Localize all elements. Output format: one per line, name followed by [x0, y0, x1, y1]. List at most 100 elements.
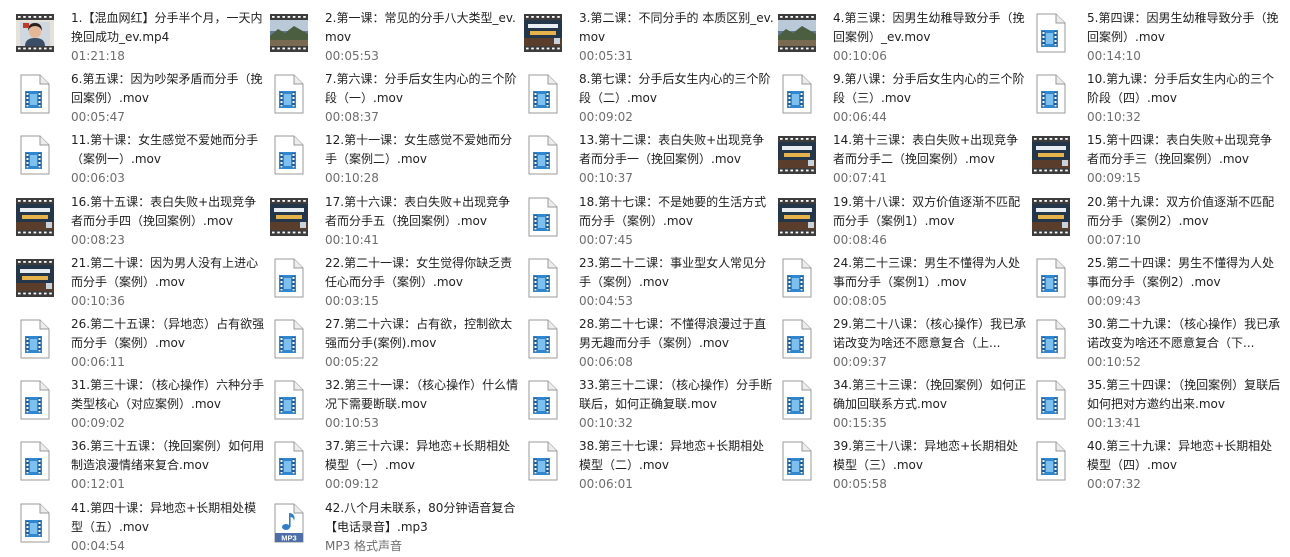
file-info: 16.第十五课：表白失败+出现竞争者而分手四（挽回案例）.mov 00:08:23 — [71, 193, 267, 250]
file-item[interactable]: 6.第五课：因为吵架矛盾而分手（挽回案例）.mov 00:05:47 — [16, 67, 270, 128]
file-item[interactable]: 12.第十一课：女生感觉不爱她而分手（案例二）.mov 00:10:28 — [270, 128, 524, 189]
file-item[interactable]: 39.第三十八课：异地恋+长期相处模型（三）.mov 00:05:58 — [778, 434, 1032, 495]
file-duration: 00:10:32 — [1087, 110, 1141, 125]
file-item[interactable]: 37.第三十六课：异地恋+长期相处模型（一）.mov 00:09:12 — [270, 434, 524, 495]
mov-file-icon — [16, 500, 54, 546]
file-duration: 00:06:11 — [71, 354, 125, 369]
file-item[interactable]: 26.第二十五课：（异地恋）占有欲强而分手（案例）.mov 00:06:11 — [16, 312, 270, 373]
file-duration: 00:09:43 — [1087, 293, 1141, 308]
file-name: 38.第三十七课：异地恋+长期相处模型（二）.mov — [579, 439, 765, 473]
file-item[interactable]: 25.第二十四课：男生不懂得为人处事而分手（案例2）.mov 00:09:43 — [1032, 251, 1286, 312]
file-item[interactable]: 40.第三十九课：异地恋+长期相处模型（四）.mov 00:07:32 — [1032, 434, 1286, 495]
file-item[interactable]: 17.第十六课：表白失败+出现竞争者而分手五（挽回案例）.mov 00:10:41 — [270, 190, 524, 251]
file-info: 19.第十八课：双方价值逐渐不匹配而分手（案例1）.mov 00:08:46 — [833, 193, 1029, 250]
file-item[interactable]: 24.第二十三课：男生不懂得为人处事而分手（案例1）.mov 00:08:05 — [778, 251, 1032, 312]
file-name: 29.第二十八课：（核心操作）我已承诺改变为啥还不愿意复合（上... — [833, 316, 1027, 350]
file-name: 3.第二课：不同分手的 本质区别_ev.mov — [579, 11, 774, 44]
file-item[interactable]: 5.第四课：因男生幼稚导致分手（挽回案例）.mov 00:14:10 — [1032, 6, 1286, 67]
file-item[interactable]: 30.第二十九课：（核心操作）我已承诺改变为啥还不愿意复合（下... 00:10:… — [1032, 312, 1286, 373]
file-name: 31.第三十课：（核心操作）六种分手类型核心（对应案例）.mov — [71, 378, 265, 412]
title-card-video-thumbnail — [270, 194, 308, 240]
file-duration: 00:12:01 — [71, 477, 125, 492]
file-duration: 00:03:15 — [325, 293, 379, 308]
file-item[interactable]: 38.第三十七课：异地恋+长期相处模型（二）.mov 00:06:01 — [524, 434, 778, 495]
file-item[interactable]: 27.第二十六课：占有欲，控制欲太强而分手(案例).mov 00:05:22 — [270, 312, 524, 373]
file-item[interactable]: 41.第四十课：异地恋+长期相处模型（五）.mov 00:04:54 — [16, 496, 270, 557]
file-duration: 00:10:36 — [71, 293, 125, 308]
file-item[interactable]: 18.第十七课：不是她要的生活方式而分手（案例）.mov 00:07:45 — [524, 190, 778, 251]
mov-file-icon — [778, 255, 816, 301]
file-name: 12.第十一课：女生感觉不爱她而分手（案例二）.mov — [325, 133, 513, 167]
file-item[interactable]: 13.第十二课：表白失败+出现竞争者而分手一（挽回案例）.mov 00:10:37 — [524, 128, 778, 189]
title-card-video-thumbnail — [778, 132, 816, 178]
file-info: 8.第七课：分手后女生内心的三个阶段（二）.mov 00:09:02 — [579, 70, 775, 127]
file-item[interactable]: 19.第十八课：双方价值逐渐不匹配而分手（案例1）.mov 00:08:46 — [778, 190, 1032, 251]
file-item[interactable]: 8.第七课：分手后女生内心的三个阶段（二）.mov 00:09:02 — [524, 67, 778, 128]
file-info: 25.第二十四课：男生不懂得为人处事而分手（案例2）.mov 00:09:43 — [1087, 254, 1283, 311]
mov-file-icon — [270, 71, 308, 117]
file-duration: 00:08:05 — [833, 293, 887, 308]
file-item[interactable]: 15.第十四课：表白失败+出现竞争者而分手三（挽回案例）.mov 00:09:15 — [1032, 128, 1286, 189]
file-item[interactable]: 10.第九课：分手后女生内心的三个阶段（四）.mov 00:10:32 — [1032, 67, 1286, 128]
file-info: 20.第十九课：双方价值逐渐不匹配而分手（案例2）.mov 00:07:10 — [1087, 193, 1283, 250]
file-item[interactable]: 35.第三十四课：（挽回案例）复联后如何把对方邀约出来.mov 00:13:41 — [1032, 373, 1286, 434]
file-item[interactable]: 9.第八课：分手后女生内心的三个阶段（三）.mov 00:06:44 — [778, 67, 1032, 128]
file-name: 40.第三十九课：异地恋+长期相处模型（四）.mov — [1087, 439, 1273, 473]
file-item[interactable]: 4.第三课：因男生幼稚导致分手（挽回案例）_ev.mov 00:10:06 — [778, 6, 1032, 67]
file-item[interactable]: 16.第十五课：表白失败+出现竞争者而分手四（挽回案例）.mov 00:08:23 — [16, 190, 270, 251]
file-item[interactable]: 20.第十九课：双方价值逐渐不匹配而分手（案例2）.mov 00:07:10 — [1032, 190, 1286, 251]
file-item[interactable]: 34.第三十三课：（挽回案例）如何正确加回联系方式.mov 00:15:35 — [778, 373, 1032, 434]
file-item[interactable]: 2.第一课：常见的分手八大类型_ev.mov 00:05:53 — [270, 6, 524, 67]
mov-file-icon — [16, 438, 54, 484]
file-info: 10.第九课：分手后女生内心的三个阶段（四）.mov 00:10:32 — [1087, 70, 1283, 127]
file-item[interactable]: 32.第三十一课：（核心操作）什么情况下需要断联.mov 00:10:53 — [270, 373, 524, 434]
title-card-video-thumbnail — [16, 194, 54, 240]
file-name: 27.第二十六课：占有欲，控制欲太强而分手(案例).mov — [325, 316, 513, 350]
file-duration: 00:07:41 — [833, 171, 887, 186]
file-duration: 00:07:45 — [579, 232, 633, 247]
file-duration: 00:06:03 — [71, 171, 125, 186]
file-name: 18.第十七课：不是她要的生活方式而分手（案例）.mov — [579, 194, 767, 228]
file-name: 41.第四十课：异地恋+长期相处模型（五）.mov — [71, 500, 257, 534]
mov-file-icon — [270, 255, 308, 301]
file-info: 22.第二十一课：女生觉得你缺乏责任心而分手（案例）.mov 00:03:15 — [325, 254, 521, 311]
file-item[interactable]: 22.第二十一课：女生觉得你缺乏责任心而分手（案例）.mov 00:03:15 — [270, 251, 524, 312]
file-name: 11.第十课：女生感觉不爱她而分手（案例一）.mov — [71, 133, 259, 167]
file-info: 31.第三十课：（核心操作）六种分手类型核心（对应案例）.mov 00:09:02 — [71, 376, 267, 433]
file-name: 10.第九课：分手后女生内心的三个阶段（四）.mov — [1087, 72, 1275, 106]
file-item[interactable]: 1.【混血网红】分手半个月，一天内挽回成功_ev.mp4 01:21:18 — [16, 6, 270, 67]
mov-file-icon — [1032, 71, 1070, 117]
file-duration: 00:05:58 — [833, 477, 887, 492]
file-duration: 00:09:12 — [325, 477, 379, 492]
file-item[interactable]: 33.第三十二课：（核心操作）分手断联后，如何正确复联.mov 00:10:32 — [524, 373, 778, 434]
file-info: 40.第三十九课：异地恋+长期相处模型（四）.mov 00:07:32 — [1087, 437, 1283, 494]
file-info: 14.第十三课：表白失败+出现竞争者而分手二（挽回案例）.mov 00:07:41 — [833, 131, 1029, 188]
file-item[interactable]: 14.第十三课：表白失败+出现竞争者而分手二（挽回案例）.mov 00:07:41 — [778, 128, 1032, 189]
mov-file-icon — [524, 132, 562, 178]
file-name: 2.第一课：常见的分手八大类型_ev.mov — [325, 11, 516, 44]
file-item[interactable]: 23.第二十二课：事业型女人常见分手（案例）.mov 00:04:53 — [524, 251, 778, 312]
file-item[interactable]: 31.第三十课：（核心操作）六种分手类型核心（对应案例）.mov 00:09:02 — [16, 373, 270, 434]
file-info: 38.第三十七课：异地恋+长期相处模型（二）.mov 00:06:01 — [579, 437, 775, 494]
file-duration: 00:06:08 — [579, 354, 633, 369]
file-info: 4.第三课：因男生幼稚导致分手（挽回案例）_ev.mov 00:10:06 — [833, 9, 1029, 66]
file-item[interactable]: 28.第二十七课：不懂得浪漫过于直男无趣而分手（案例）.mov 00:06:08 — [524, 312, 778, 373]
file-duration: 00:10:06 — [833, 49, 887, 63]
file-name: 9.第八课：分手后女生内心的三个阶段（三）.mov — [833, 72, 1025, 106]
file-duration: 00:09:02 — [579, 110, 633, 125]
file-name: 4.第三课：因男生幼稚导致分手（挽回案例）_ev.mov — [833, 11, 1025, 44]
mov-file-icon — [524, 255, 562, 301]
file-name: 5.第四课：因男生幼稚导致分手（挽回案例）.mov — [1087, 11, 1279, 44]
file-item[interactable]: 3.第二课：不同分手的 本质区别_ev.mov 00:05:31 — [524, 6, 778, 67]
file-item[interactable]: 11.第十课：女生感觉不爱她而分手（案例一）.mov 00:06:03 — [16, 128, 270, 189]
title-card-video-thumbnail — [778, 194, 816, 240]
file-name: 30.第二十九课：（核心操作）我已承诺改变为啥还不愿意复合（下... — [1087, 316, 1281, 350]
file-duration: 00:15:35 — [833, 416, 887, 431]
file-duration: 00:10:41 — [325, 232, 379, 247]
file-item[interactable]: MP3 42.八个月未联系，80分钟语音复合【电话录音】.mp3 MP3 格式声音 — [270, 496, 524, 557]
file-item[interactable]: 7.第六课：分手后女生内心的三个阶段（一）.mov 00:08:37 — [270, 67, 524, 128]
title-card-video-thumbnail — [524, 10, 562, 56]
file-item[interactable]: 21.第二十课：因为男人没有上进心而分手（案例）.mov 00:10:36 — [16, 251, 270, 312]
file-item[interactable]: 29.第二十八课：（核心操作）我已承诺改变为啥还不愿意复合（上... 00:09:… — [778, 312, 1032, 373]
file-item[interactable]: 36.第三十五课：（挽回案例）如何用制造浪漫情绪来复合.mov 00:12:01 — [16, 434, 270, 495]
